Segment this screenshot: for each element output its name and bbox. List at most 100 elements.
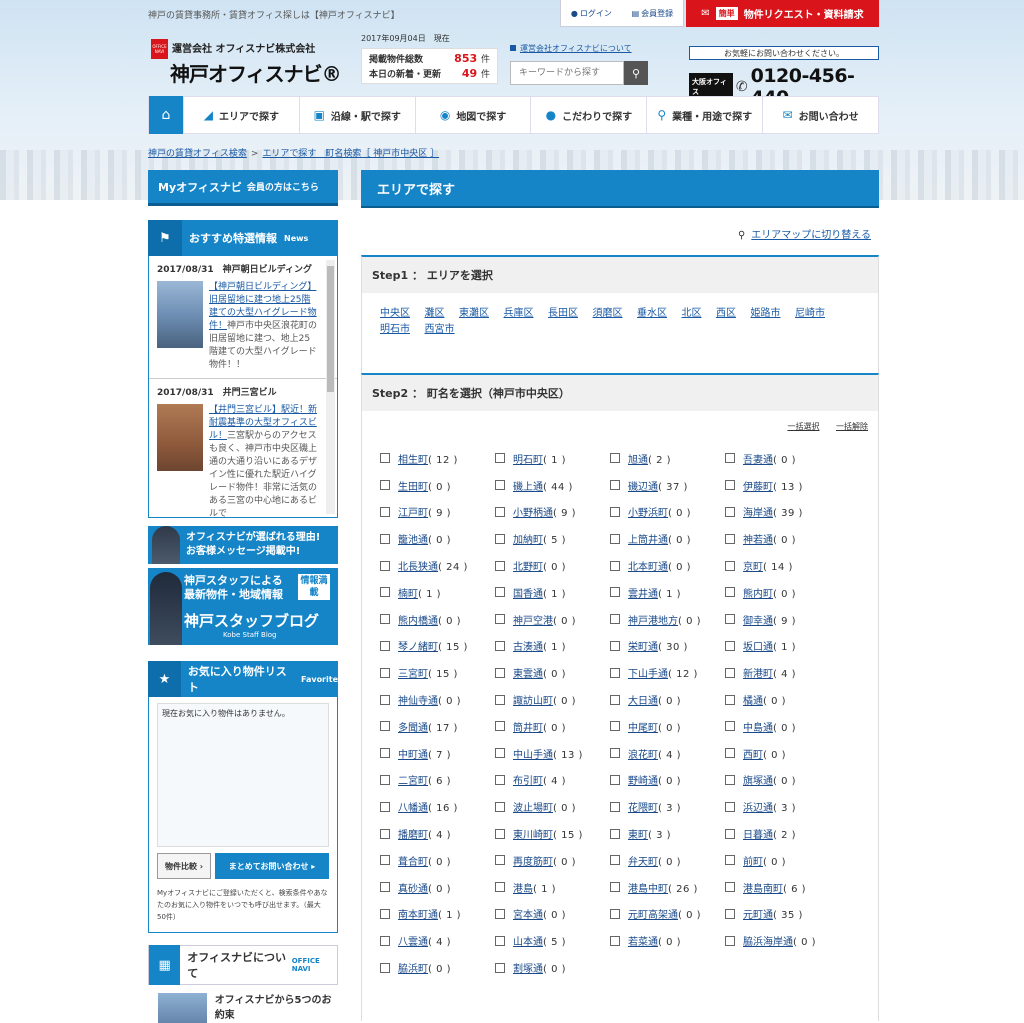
town-link[interactable]: 神戸空港	[513, 616, 553, 627]
town-link[interactable]: 若菜通	[628, 937, 658, 948]
town-link[interactable]: 元町高架通	[628, 910, 678, 921]
town-checkbox[interactable]	[610, 614, 620, 625]
town-checkbox[interactable]	[725, 480, 735, 491]
town-checkbox[interactable]	[725, 748, 735, 759]
town-item[interactable]: 前町( 0 )	[725, 847, 840, 874]
town-item[interactable]: 播磨町( 4 )	[380, 820, 495, 847]
town-item[interactable]: 神戸港地方( 0 )	[610, 606, 725, 633]
search-input[interactable]	[510, 61, 624, 85]
town-link[interactable]: 中町通	[398, 750, 428, 761]
search-button[interactable]: ⚲	[624, 61, 648, 85]
town-checkbox[interactable]	[725, 774, 735, 785]
town-item[interactable]: 明石町( 1 )	[495, 445, 610, 472]
town-checkbox[interactable]	[380, 587, 390, 598]
town-item[interactable]: 元町高架通( 0 )	[610, 901, 725, 928]
town-link[interactable]: 八雲通	[398, 937, 428, 948]
town-checkbox[interactable]	[610, 748, 620, 759]
town-link[interactable]: 弁天町	[628, 857, 658, 868]
town-checkbox[interactable]	[610, 935, 620, 946]
town-item[interactable]: 琴ノ緒町( 15 )	[380, 633, 495, 660]
town-link[interactable]: 宮本通	[513, 910, 543, 921]
town-link[interactable]: 東町	[628, 830, 648, 841]
town-item[interactable]: 楠町( 1 )	[380, 579, 495, 606]
town-checkbox[interactable]	[380, 935, 390, 946]
town-link[interactable]: 割塚通	[513, 964, 543, 975]
town-item[interactable]: 国香通( 1 )	[495, 579, 610, 606]
town-link[interactable]: 旭通	[628, 455, 648, 466]
town-checkbox[interactable]	[495, 828, 505, 839]
town-link[interactable]: 江戸町	[398, 508, 428, 519]
town-link[interactable]: 中島通	[743, 723, 773, 734]
town-item[interactable]: 浪花町( 4 )	[610, 740, 725, 767]
town-checkbox[interactable]	[610, 560, 620, 571]
area-link[interactable]: 灘区	[425, 308, 445, 319]
bulk-inquiry-button[interactable]: まとめてお問い合わせ ▸	[215, 853, 329, 879]
town-item[interactable]: 相生町( 12 )	[380, 445, 495, 472]
area-link[interactable]: 須磨区	[593, 308, 623, 319]
town-link[interactable]: 上筒井通	[628, 535, 668, 546]
town-checkbox[interactable]	[725, 721, 735, 732]
town-checkbox[interactable]	[725, 506, 735, 517]
town-item[interactable]: 磯上通( 44 )	[495, 472, 610, 499]
town-link[interactable]: 大日通	[628, 696, 658, 707]
town-item[interactable]: 日暮通( 2 )	[725, 820, 840, 847]
recommend-item[interactable]: 2017/08/31 神戸朝日ビルディング 【神戸朝日ビルディング】旧居留地に建…	[149, 256, 337, 372]
town-link[interactable]: 播磨町	[398, 830, 428, 841]
town-checkbox[interactable]	[725, 908, 735, 919]
town-checkbox[interactable]	[725, 828, 735, 839]
town-checkbox[interactable]	[380, 560, 390, 571]
recommend-list[interactable]: 2017/08/31 神戸朝日ビルディング 【神戸朝日ビルディング】旧居留地に建…	[148, 256, 338, 518]
town-item[interactable]: 神若通( 0 )	[725, 525, 840, 552]
nav-feature[interactable]: ● こだわりで探す	[530, 97, 646, 133]
town-checkbox[interactable]	[380, 962, 390, 973]
town-item[interactable]: 海岸通( 39 )	[725, 499, 840, 526]
town-item[interactable]: 真砂通( 0 )	[380, 874, 495, 901]
town-link[interactable]: 脇浜町	[398, 964, 428, 975]
town-item[interactable]: 雲井通( 1 )	[610, 579, 725, 606]
town-item[interactable]: 京町( 14 )	[725, 552, 840, 579]
town-checkbox[interactable]	[495, 453, 505, 464]
town-checkbox[interactable]	[495, 506, 505, 517]
town-checkbox[interactable]	[610, 774, 620, 785]
town-link[interactable]: 楠町	[398, 589, 418, 600]
town-link[interactable]: 熊内町	[743, 589, 773, 600]
town-item[interactable]: 御幸通( 9 )	[725, 606, 840, 633]
town-link[interactable]: 三宮町	[398, 669, 428, 680]
town-checkbox[interactable]	[725, 614, 735, 625]
town-item[interactable]: 北長狭通( 24 )	[380, 552, 495, 579]
town-link[interactable]: 神若通	[743, 535, 773, 546]
town-item[interactable]: 中町通( 7 )	[380, 740, 495, 767]
town-link[interactable]: 京町	[743, 562, 763, 573]
town-checkbox[interactable]	[610, 640, 620, 651]
town-item[interactable]: 北本町通( 0 )	[610, 552, 725, 579]
town-link[interactable]: 中尾町	[628, 723, 658, 734]
town-link[interactable]: 東川崎町	[513, 830, 553, 841]
town-item[interactable]: 東雲通( 0 )	[495, 659, 610, 686]
breadcrumb-current[interactable]: エリアで探す 町名検索［ 神戸市中央区 ］	[262, 149, 439, 159]
area-link[interactable]: 西宮市	[425, 324, 455, 335]
town-checkbox[interactable]	[380, 453, 390, 464]
area-link[interactable]: 西区	[716, 308, 736, 319]
town-item[interactable]: 小野柄通( 9 )	[495, 499, 610, 526]
town-link[interactable]: 生田町	[398, 482, 428, 493]
town-checkbox[interactable]	[610, 882, 620, 893]
town-checkbox[interactable]	[380, 855, 390, 866]
scrollbar[interactable]	[326, 260, 335, 514]
town-checkbox[interactable]	[380, 801, 390, 812]
town-link[interactable]: 多聞通	[398, 723, 428, 734]
town-item[interactable]: 下山手通( 12 )	[610, 659, 725, 686]
town-checkbox[interactable]	[610, 828, 620, 839]
town-checkbox[interactable]	[380, 480, 390, 491]
town-item[interactable]: 八雲通( 4 )	[380, 927, 495, 954]
town-checkbox[interactable]	[380, 694, 390, 705]
town-checkbox[interactable]	[380, 721, 390, 732]
town-link[interactable]: 西町	[743, 750, 763, 761]
town-link[interactable]: 北長狭通	[398, 562, 438, 573]
town-checkbox[interactable]	[495, 640, 505, 651]
town-link[interactable]: 琴ノ緒町	[398, 642, 438, 653]
town-item[interactable]: 中山手通( 13 )	[495, 740, 610, 767]
town-link[interactable]: 磯辺通	[628, 482, 658, 493]
town-checkbox[interactable]	[725, 667, 735, 678]
town-item[interactable]: 南本町通( 1 )	[380, 901, 495, 928]
town-checkbox[interactable]	[495, 855, 505, 866]
